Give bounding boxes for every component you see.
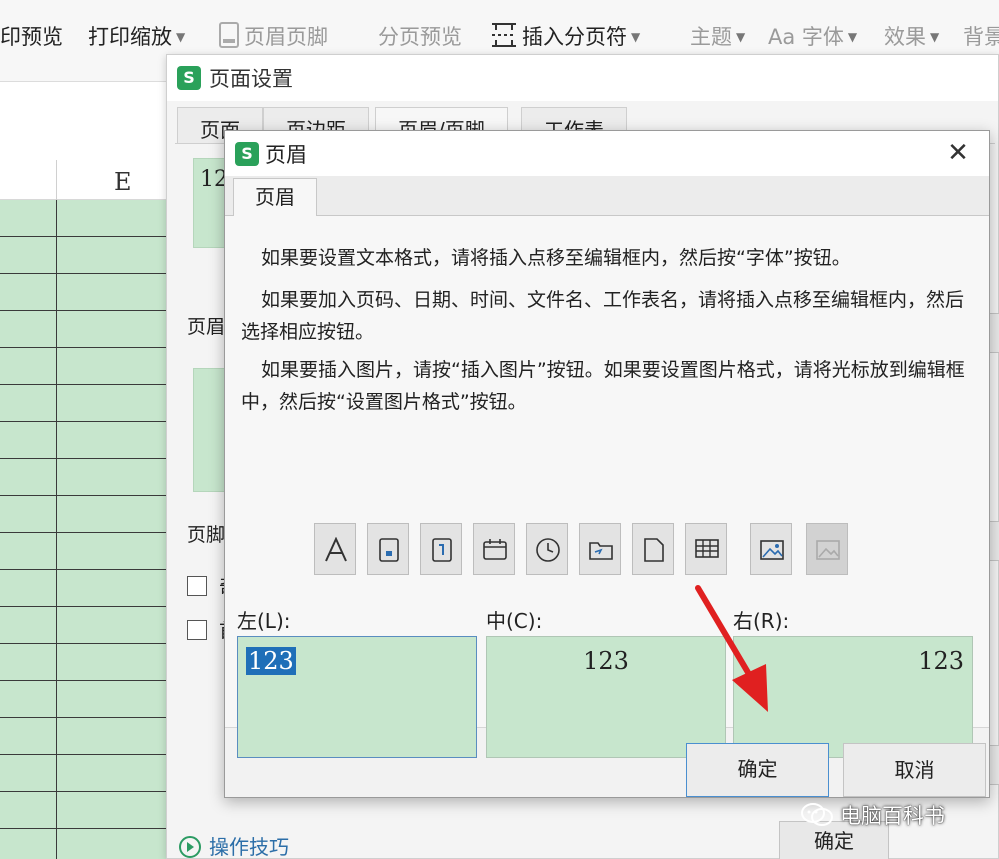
column-separator — [56, 160, 57, 200]
column-header-e[interactable]: E — [114, 168, 132, 196]
footer-label: 页脚 — [187, 524, 226, 546]
file-path-icon — [589, 542, 613, 560]
odd-even-checkbox[interactable] — [187, 576, 207, 596]
total-pages-button[interactable] — [420, 523, 462, 575]
wechat-icon — [800, 802, 834, 833]
instruction-text: 如果要设置文本格式，请将插入点移至编辑框内，然后按“字体”按钮。 — [261, 247, 851, 269]
total-pages-icon — [432, 538, 452, 562]
header-dialog: S 页眉 ✕ 页眉 如果要设置文本格式，请将插入点移至编辑框内，然后按“字体”按… — [224, 130, 990, 798]
dropdown-arrow-icon: ▼ — [930, 30, 940, 44]
header-dialog-tabs: 页眉 — [225, 176, 989, 217]
page-setup-side-button[interactable] — [989, 313, 999, 353]
effects-label: 效果 — [884, 25, 926, 49]
cancel-button[interactable]: 取消 — [843, 743, 986, 797]
tips-label: 操作技巧 — [209, 835, 289, 859]
dropdown-arrow-icon: ▼ — [847, 30, 858, 44]
print-zoom-button[interactable]: 打印缩放 ▼ — [88, 22, 185, 52]
page-setup-title-bar: S 页面设置 — [167, 55, 998, 101]
tips-link[interactable]: 操作技巧 — [179, 831, 289, 859]
insert-picture-icon — [760, 540, 784, 560]
header-dialog-title-bar: S 页眉 ✕ — [225, 131, 989, 176]
date-icon — [483, 539, 507, 560]
center-section-label: 中(C): — [486, 609, 543, 633]
insert-page-break-label: 插入分页符 — [522, 25, 627, 49]
header-label: 页眉 — [187, 316, 226, 338]
play-circle-icon — [179, 836, 201, 858]
page-setup-side-button[interactable] — [989, 745, 999, 785]
time-button[interactable] — [526, 523, 568, 575]
header-footer-button[interactable]: 页眉页脚 — [218, 22, 328, 56]
header-footer-label: 页眉页脚 — [244, 25, 328, 49]
format-picture-button[interactable] — [806, 523, 848, 575]
background-button[interactable]: 背景 — [963, 22, 999, 52]
theme-button[interactable]: 主题 ▼ — [690, 22, 745, 52]
cell-grid[interactable] — [0, 200, 170, 859]
page-break-icon — [490, 22, 518, 56]
header-footer-icon — [218, 22, 240, 56]
instruction-text: 如果要插入图片，请按“插入图片”按钮。如果要设置图片格式，请将光标放到编辑框中，… — [241, 359, 965, 413]
close-icon: ✕ — [947, 138, 969, 168]
file-name-button[interactable] — [632, 523, 674, 575]
selected-text: 123 — [246, 647, 296, 675]
page-number-button[interactable] — [367, 523, 409, 575]
first-page-checkbox[interactable] — [187, 620, 207, 640]
page-break-preview-label: 分页预览 — [378, 25, 462, 49]
red-arrow-annotation — [695, 585, 768, 712]
background-label: 背景 — [963, 25, 999, 49]
theme-label: 主题 — [690, 25, 732, 49]
sheet-name-button[interactable] — [685, 523, 727, 575]
font-theme-button[interactable]: Aa 字体 ▼ — [768, 22, 857, 52]
effects-button[interactable]: 效果 ▼ — [884, 22, 939, 52]
font-button[interactable] — [314, 523, 356, 575]
wps-logo-icon: S — [177, 66, 201, 90]
date-button[interactable] — [473, 523, 515, 575]
page-setup-side-button[interactable] — [989, 521, 999, 561]
print-zoom-label: 打印缩放 — [88, 25, 172, 49]
font-icon — [325, 537, 347, 562]
watermark: 电脑百科书 — [800, 800, 945, 833]
file-name-icon — [644, 538, 664, 562]
sheet-name-icon — [695, 539, 719, 558]
print-preview-button[interactable]: 印预览 — [0, 22, 63, 52]
right-section-text: 123 — [918, 647, 964, 675]
wps-logo-icon: S — [235, 142, 259, 166]
close-button[interactable]: ✕ — [943, 139, 973, 169]
page-number-icon — [379, 538, 399, 562]
ok-button[interactable]: 确定 — [686, 743, 829, 797]
insert-picture-button[interactable] — [750, 523, 792, 575]
left-section-input[interactable]: 123 — [237, 636, 477, 758]
time-icon — [536, 538, 560, 562]
dropdown-arrow-icon: ▼ — [631, 30, 641, 44]
page-break-preview-button[interactable]: 分页预览 — [378, 22, 462, 52]
dropdown-arrow-icon: ▼ — [736, 30, 746, 44]
file-path-button[interactable] — [579, 523, 621, 575]
font-theme-label: Aa 字体 — [768, 25, 844, 49]
format-picture-icon — [816, 540, 840, 560]
page-setup-title: 页面设置 — [209, 67, 293, 91]
column-header-row — [0, 82, 170, 200]
insert-page-break-button[interactable]: 插入分页符 ▼ — [490, 22, 640, 56]
header-dialog-title: 页眉 — [265, 143, 307, 167]
left-section-label: 左(L): — [237, 609, 291, 633]
header-dialog-content: 如果要设置文本格式，请将插入点移至编辑框内，然后按“字体”按钮。 如果要加入页码… — [225, 216, 989, 758]
instruction-text: 如果要加入页码、日期、时间、文件名、工作表名，请将插入点移至编辑框内，然后选择相… — [241, 289, 965, 343]
print-preview-label: 印预览 — [0, 25, 63, 49]
watermark-text: 电脑百科书 — [840, 804, 945, 828]
tab-header[interactable]: 页眉 — [233, 178, 317, 217]
dropdown-arrow-icon: ▼ — [176, 30, 186, 44]
center-section-text: 123 — [583, 647, 629, 675]
